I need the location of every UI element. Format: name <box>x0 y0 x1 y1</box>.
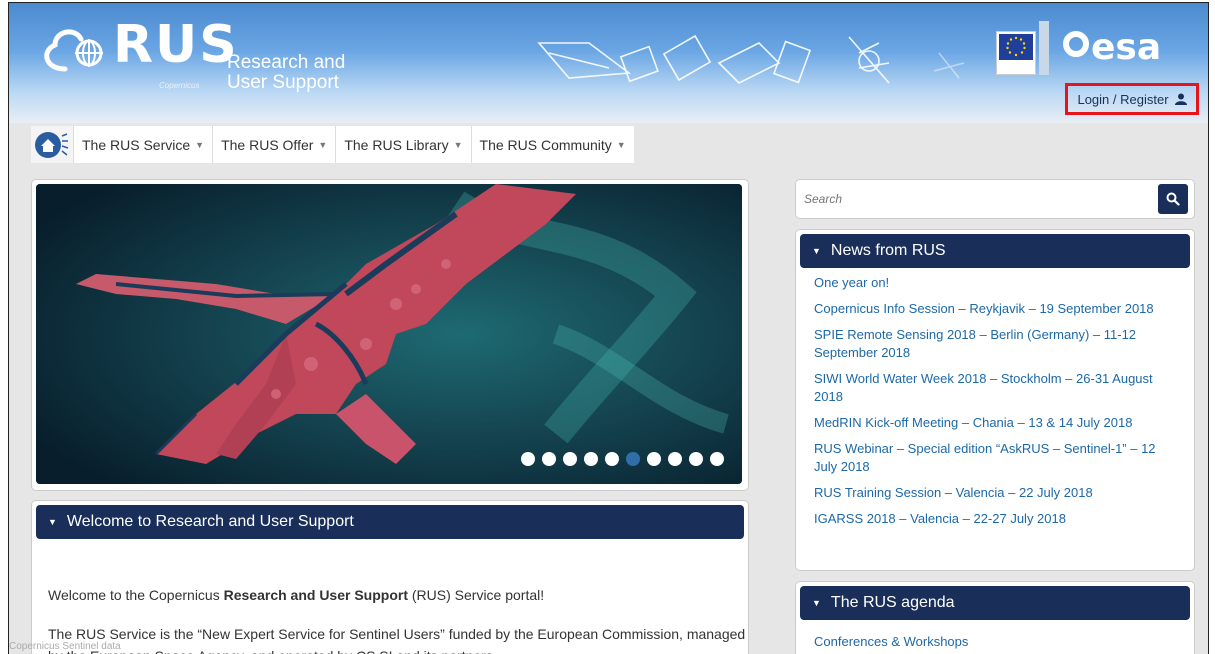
carousel-dot-10[interactable] <box>710 452 724 466</box>
agenda-title: The RUS agenda <box>830 594 955 611</box>
welcome-panel: ▼ Welcome to Research and User Support W… <box>31 500 749 654</box>
carousel-dot-3[interactable] <box>563 452 577 466</box>
user-icon <box>1174 93 1187 105</box>
nav-rus-library[interactable]: The RUS Library ▼ <box>335 126 471 163</box>
search-button[interactable] <box>1158 184 1188 214</box>
news-item[interactable]: RUS Webinar – Special edition “AskRUS – … <box>814 440 1182 476</box>
triangle-down-icon: ▼ <box>812 246 821 256</box>
esa-logo-text: esa <box>1091 27 1162 68</box>
home-button[interactable] <box>31 126 73 163</box>
carousel-dots <box>521 452 724 466</box>
nav-rus-service[interactable]: The RUS Service ▼ <box>73 126 213 163</box>
eu-stars-icon <box>1006 36 1026 57</box>
browser-page: RUS Copernicus Research and User Support <box>8 2 1209 654</box>
search-widget <box>795 179 1195 219</box>
welcome-intro: Welcome to the Copernicus Research and U… <box>48 587 545 603</box>
carousel-dot-6[interactable] <box>626 452 640 466</box>
login-register-button[interactable]: Login / Register <box>1065 83 1199 115</box>
news-item[interactable]: SIWI World Water Week 2018 – Stockholm –… <box>814 370 1182 406</box>
site-header: RUS Copernicus Research and User Support <box>9 3 1208 123</box>
welcome-description: The RUS Service is the “New Expert Servi… <box>48 626 746 654</box>
rus-logo-text: RUS <box>113 15 239 75</box>
news-list: One year on! Copernicus Info Session – R… <box>796 274 1194 528</box>
nav-rus-community[interactable]: The RUS Community ▼ <box>470 126 634 163</box>
news-panel: ▼ News from RUS One year on! Copernicus … <box>795 229 1195 571</box>
carousel-dot-8[interactable] <box>668 452 682 466</box>
agenda-panel: ▼ The RUS agenda Conferences & Workshops <box>795 581 1195 654</box>
triangle-down-icon: ▼ <box>48 517 57 527</box>
caret-down-icon: ▼ <box>616 139 626 150</box>
satellites-illustration-icon <box>537 34 965 84</box>
rus-cloud-logo-icon <box>44 29 103 72</box>
copernicus-logo-sub: Copernicus <box>159 81 200 90</box>
image-carousel <box>31 179 749 491</box>
satellite-image-delta <box>36 184 742 484</box>
news-item[interactable]: One year on! <box>814 274 1182 292</box>
caret-down-icon: ▼ <box>318 139 328 150</box>
carousel-dot-9[interactable] <box>689 452 703 466</box>
esa-logo-ring-icon <box>1063 31 1089 57</box>
news-item[interactable]: MedRIN Kick-off Meeting – Chania – 13 & … <box>814 414 1182 432</box>
triangle-down-icon: ▼ <box>812 598 821 608</box>
carousel-dot-4[interactable] <box>584 452 598 466</box>
main-nav: The RUS Service ▼ The RUS Offer ▼ The RUS … <box>31 126 634 163</box>
news-item[interactable]: RUS Training Session – Valencia – 22 Jul… <box>814 484 1182 502</box>
nav-rus-offer[interactable]: The RUS Offer ▼ <box>212 126 336 163</box>
search-icon <box>1166 192 1180 206</box>
news-item[interactable]: Copernicus Info Session – Reykjavik – 19… <box>814 300 1182 318</box>
delta-satellite-image <box>36 184 742 484</box>
search-input[interactable] <box>802 184 1156 214</box>
caret-down-icon: ▼ <box>453 139 463 150</box>
logo-divider <box>1039 21 1049 75</box>
news-item[interactable]: IGARSS 2018 – Valencia – 22-27 July 2018 <box>814 510 1182 528</box>
agenda-conferences-link[interactable]: Conferences & Workshops <box>814 634 968 649</box>
caret-down-icon: ▼ <box>195 139 205 150</box>
agenda-panel-header[interactable]: ▼ The RUS agenda <box>800 586 1190 620</box>
news-title: News from RUS <box>830 242 946 259</box>
news-item[interactable]: SPIE Remote Sensing 2018 – Berlin (Germa… <box>814 326 1182 362</box>
carousel-dot-5[interactable] <box>605 452 619 466</box>
carousel-dot-1[interactable] <box>521 452 535 466</box>
login-register-label: Login / Register <box>1077 91 1169 107</box>
european-commission-logo <box>996 31 1036 75</box>
carousel-dot-7[interactable] <box>647 452 661 466</box>
home-icon <box>35 131 69 158</box>
carousel-dot-2[interactable] <box>542 452 556 466</box>
news-panel-header[interactable]: ▼ News from RUS <box>800 234 1190 268</box>
image-credit: Copernicus Sentinel data <box>9 641 121 652</box>
site-tagline: Research and User Support <box>227 52 346 93</box>
welcome-title: Welcome to Research and User Support <box>66 513 354 530</box>
welcome-panel-header[interactable]: ▼ Welcome to Research and User Support <box>36 505 744 539</box>
